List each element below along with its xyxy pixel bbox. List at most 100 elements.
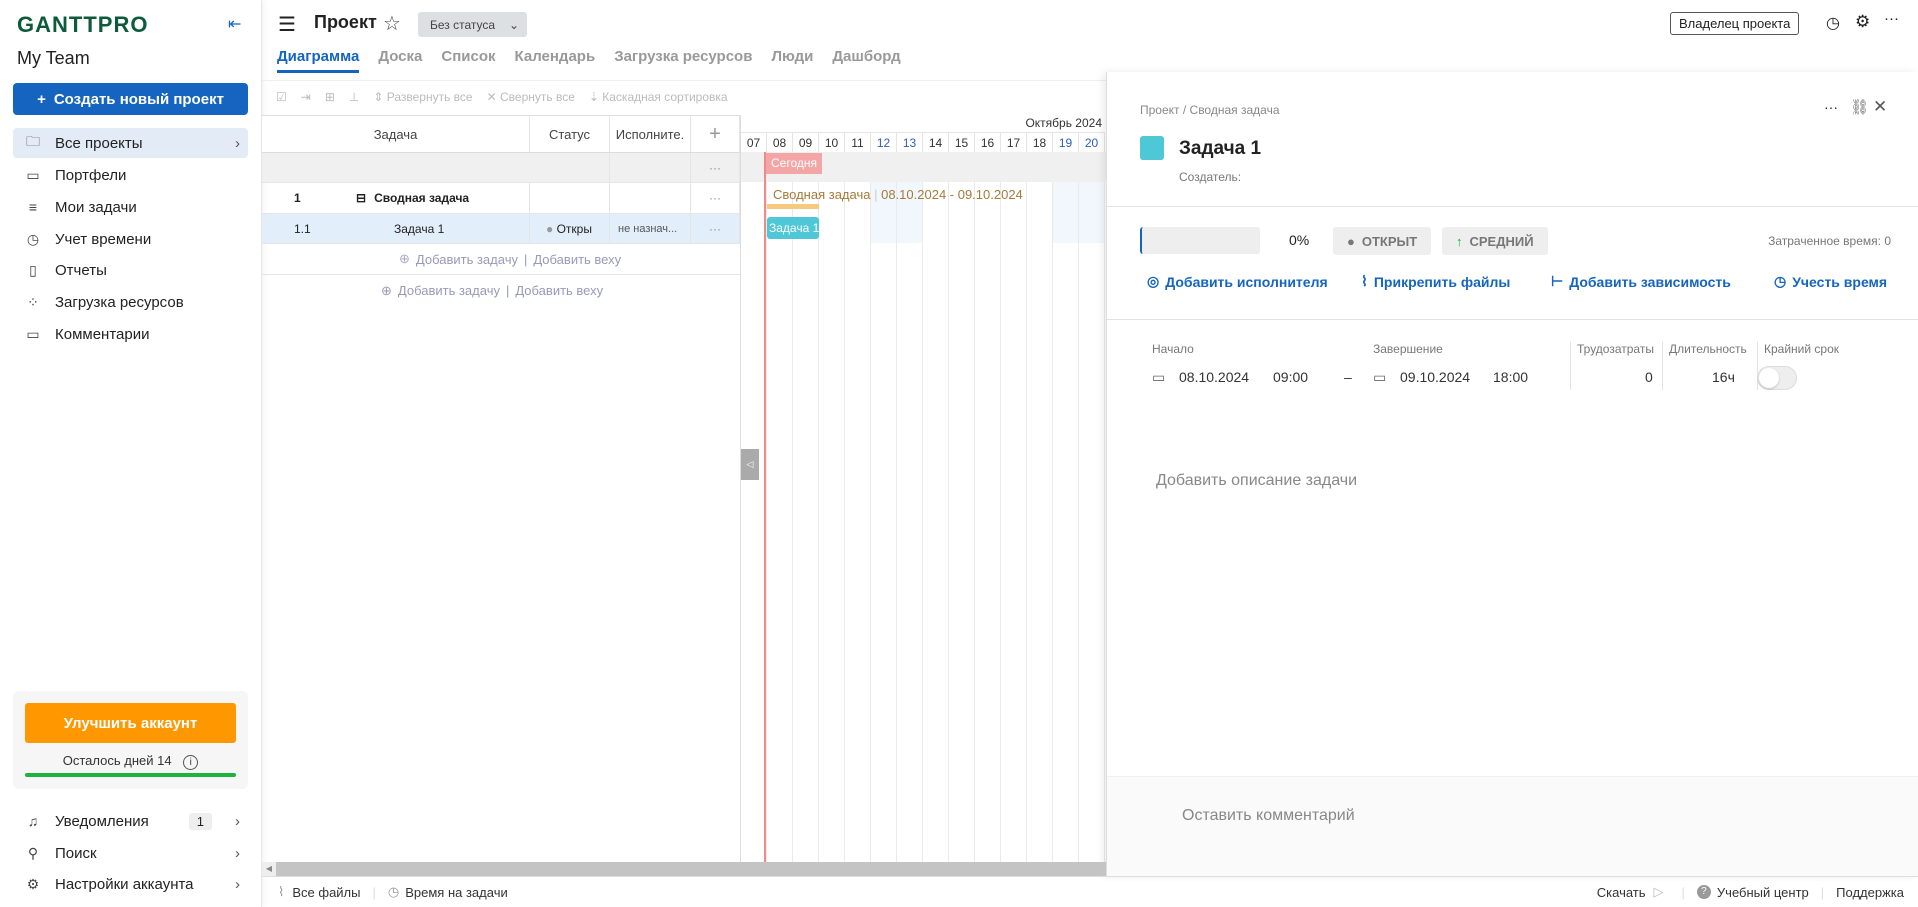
duration-value[interactable]: 16ч [1712,369,1735,385]
info-icon[interactable]: i [183,755,199,770]
comment-input[interactable]: Оставить комментарий [1182,807,1355,825]
today-line [764,152,766,862]
indent-icon[interactable]: ⇥ [301,90,311,104]
column-task[interactable]: Задача [262,116,530,152]
search-icon: ⚲ [27,844,39,861]
horizontal-scrollbar[interactable]: ◀ [262,862,1106,876]
add-column-icon[interactable]: + [691,116,740,152]
close-icon[interactable]: ✕ [1873,97,1887,117]
sidebar-search[interactable]: ⚲ Поиск › [13,838,248,868]
start-time[interactable]: 09:00 [1273,369,1308,385]
collapse-all-button[interactable]: ✕ Свернуть все [487,90,575,104]
column-assignee[interactable]: Исполните. [610,116,691,152]
more-icon[interactable]: ··· [1824,99,1838,115]
sidebar-notifications[interactable]: ♫ Уведомления 1 › [13,806,248,836]
trial-progress-bar [25,773,236,777]
collapse-sidebar-icon[interactable]: ⇤ [228,14,241,34]
sidebar-item-all-projects[interactable]: 🗀 Все проекты › [13,128,248,158]
dependency-icon: ⊢ [1551,273,1564,289]
grid-header: Задача Статус Исполните. + [262,116,740,153]
all-files-link[interactable]: Все файлы [292,885,360,900]
tab-dashboard[interactable]: Дашборд [832,48,900,73]
task-color-swatch[interactable] [1140,136,1164,160]
start-date[interactable]: 08.10.2024 [1179,369,1249,385]
day-label: 17 [1001,132,1027,152]
create-project-button[interactable]: + Создать новый проект [13,83,248,115]
task-time-link[interactable]: Время на задачи [405,885,508,900]
project-icon: ☰ [278,14,296,36]
add-task-link[interactable]: Добавить задачу [416,252,518,267]
gear-icon[interactable]: ⚙ [1855,12,1870,32]
table-row[interactable]: 1 ⊟ Сводная задача ··· [262,183,740,214]
row-menu-icon[interactable]: ··· [691,183,740,213]
row-menu-icon[interactable]: ··· [691,153,740,182]
sidebar-item-portfolios[interactable]: ▭ Портфели [13,160,248,190]
hierarchy-icon[interactable]: ⊞ [325,90,335,104]
row-menu-icon[interactable]: ··· [691,214,740,243]
day-label: 18 [1027,132,1053,152]
tab-calendar[interactable]: Календарь [515,48,596,73]
breadcrumb[interactable]: Проект / Сводная задача [1140,103,1280,117]
creator-label: Создатель: [1179,170,1242,184]
description-field[interactable]: Добавить описание задачи [1156,472,1357,490]
task-title[interactable]: Задача 1 [1179,138,1261,160]
gantt-chart: Октябрь 2024 Сегодня Сводная задача | 08… [740,115,1106,862]
end-time[interactable]: 18:00 [1493,369,1528,385]
calendar-icon[interactable]: ▭ [1373,369,1386,386]
day-label: 07 [741,132,767,152]
add-milestone-link[interactable]: Добавить веху [515,283,603,298]
sidebar-item-time-tracking[interactable]: ◷ Учет времени [13,224,248,254]
plus-circle-icon[interactable]: ⊕ [381,283,392,299]
project-row[interactable]: ··· [262,153,740,183]
history-icon[interactable]: ◷ [1826,13,1840,33]
link-icon[interactable]: ⛓ [1850,98,1869,116]
plus-circle-icon[interactable]: ⊕ [399,251,410,267]
learning-center-link[interactable]: Учебный центр [1717,885,1809,900]
expand-all-button[interactable]: ⇕ Развернуть все [373,90,472,104]
project-status-dropdown[interactable]: Без статуса ⌄ [418,12,527,37]
upgrade-button[interactable]: Улучшить аккаунт [25,703,236,743]
priority-badge[interactable]: ↑ СРЕДНИЙ [1442,227,1548,255]
collapse-toggle-icon[interactable]: ⊟ [356,191,366,205]
status-badge[interactable]: ● ОТКРЫТ [1333,227,1432,255]
sidebar-account-settings[interactable]: ⚙ Настройки аккаунта › [13,869,248,899]
effort-label: Трудозатраты [1570,342,1654,390]
column-status[interactable]: Статус [530,116,610,152]
tab-list[interactable]: Список [441,48,495,73]
project-owner-button[interactable]: Владелец проекта [1670,12,1800,35]
tab-workload[interactable]: Загрузка ресурсов [614,48,752,73]
collapse-grid-handle[interactable]: ◁ [741,449,759,480]
sidebar-item-workload[interactable]: ⁘ Загрузка ресурсов [13,287,248,317]
sidebar-item-comments[interactable]: ▭ Комментарии [13,319,248,349]
help-icon: ? [1696,885,1711,899]
table-row[interactable]: 1.1 Задача 1 ● Откры не назнач... ··· [262,214,740,244]
google-play-icon[interactable]: ▷ [1654,884,1664,900]
split-icon[interactable]: ⊥ [349,90,359,104]
day-gridline [1104,152,1105,862]
sidebar-item-reports[interactable]: ▯ Отчеты [13,255,248,285]
effort-value[interactable]: 0 [1645,369,1653,385]
sidebar-item-my-tasks[interactable]: ≡ Мои задачи [13,192,248,222]
attach-files-button[interactable]: ⌇ Прикрепить файлы [1361,273,1510,290]
add-assignee-button[interactable]: ◎ Добавить исполнителя [1147,273,1328,290]
checkbox-icon[interactable]: ☑ [276,90,287,104]
support-link[interactable]: Поддержка [1836,885,1904,900]
calendar-icon[interactable]: ▭ [1152,369,1165,386]
summary-bar[interactable] [767,204,819,209]
day-label: 19 [1053,132,1079,152]
day-gridline [870,152,871,862]
end-date[interactable]: 09.10.2024 [1400,369,1470,385]
tab-people[interactable]: Люди [771,48,813,73]
add-milestone-link[interactable]: Добавить веху [533,252,621,267]
task-bar[interactable]: Задача 1 [767,217,819,239]
deadline-toggle[interactable] [1757,366,1797,390]
log-time-button[interactable]: ◷ Учесть время [1774,273,1887,290]
add-task-link[interactable]: Добавить задачу [398,283,500,298]
progress-bar[interactable] [1140,227,1260,254]
cascade-sort-button[interactable]: ⇣ Каскадная сортировка [589,90,728,104]
add-dependency-button[interactable]: ⊢ Добавить зависимость [1551,273,1731,290]
tab-board[interactable]: Доска [378,48,422,73]
star-icon[interactable]: ☆ [383,11,401,36]
tab-diagram[interactable]: Диаграмма [277,48,360,73]
more-icon[interactable]: ··· [1884,10,1899,27]
